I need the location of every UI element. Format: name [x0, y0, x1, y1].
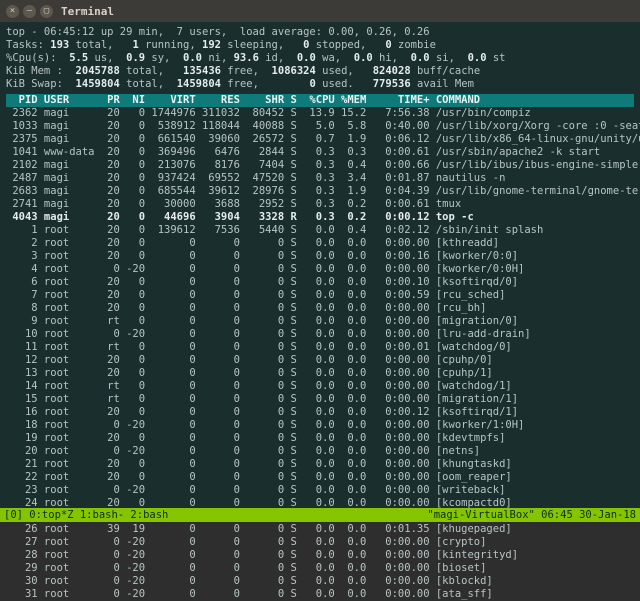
process-row: 21 root 20 0 0 0 0 S 0.0 0.0 0:00.00 [kh… [6, 458, 634, 471]
process-row: 2375 magi 20 0 661540 39060 26572 S 0.7 … [6, 133, 634, 146]
maximize-icon[interactable]: ▢ [40, 5, 53, 18]
process-row: 2741 magi 20 0 30000 3688 2952 S 0.3 0.2… [6, 198, 634, 211]
process-row: 18 root 0 -20 0 0 0 S 0.0 0.0 0:00.00 [k… [6, 419, 634, 432]
process-row: 7 root 20 0 0 0 0 S 0.0 0.0 0:00.59 [rcu… [6, 289, 634, 302]
window-title: Terminal [61, 5, 114, 18]
terminal-area[interactable]: top - 06:45:12 up 29 min, 7 users, load … [0, 22, 640, 522]
process-row: 1041 www-data 20 0 369496 6476 2844 S 0.… [6, 146, 634, 159]
process-row: 29 root 0 -20 0 0 0 S 0.0 0.0 0:00.00 [b… [6, 562, 634, 575]
window-controls: × – ▢ [6, 5, 53, 18]
process-row: 2683 magi 20 0 685544 39612 28976 S 0.3 … [6, 185, 634, 198]
process-row: 4043 magi 20 0 44696 3904 3328 R 0.3 0.2… [6, 211, 634, 224]
process-row: 6 root 20 0 0 0 0 S 0.0 0.0 0:00.10 [kso… [6, 276, 634, 289]
process-row: 30 root 0 -20 0 0 0 S 0.0 0.0 0:00.00 [k… [6, 575, 634, 588]
tmux-statusbar: [0] 0:top*Z 1:bash- 2:bash "magi-Virtual… [0, 508, 640, 522]
process-row: 27 root 0 -20 0 0 0 S 0.0 0.0 0:00.00 [c… [6, 536, 634, 549]
statusbar-right: "magi-VirtualBox" 06:45 30-Jan-18 [427, 508, 636, 522]
window-titlebar: × – ▢ Terminal [0, 0, 640, 22]
statusbar-left: [0] 0:top*Z 1:bash- 2:bash [4, 508, 168, 522]
process-row: 13 root 20 0 0 0 0 S 0.0 0.0 0:00.00 [cp… [6, 367, 634, 380]
process-row: 8 root 20 0 0 0 0 S 0.0 0.0 0:00.00 [rcu… [6, 302, 634, 315]
process-row: 28 root 0 -20 0 0 0 S 0.0 0.0 0:00.00 [k… [6, 549, 634, 562]
process-row: 19 root 20 0 0 0 0 S 0.0 0.0 0:00.00 [kd… [6, 432, 634, 445]
close-icon[interactable]: × [6, 5, 19, 18]
process-row: 26 root 39 19 0 0 0 S 0.0 0.0 0:01.35 [k… [6, 523, 634, 536]
process-row: 2487 magi 20 0 937424 69552 47520 S 0.3 … [6, 172, 634, 185]
process-row: 12 root 20 0 0 0 0 S 0.0 0.0 0:00.00 [cp… [6, 354, 634, 367]
process-row: 9 root rt 0 0 0 0 S 0.0 0.0 0:00.00 [mig… [6, 315, 634, 328]
process-row: 20 root 0 -20 0 0 0 S 0.0 0.0 0:00.00 [n… [6, 445, 634, 458]
process-list: 2362 magi 20 0 1744976 311032 80452 S 13… [6, 107, 634, 601]
process-row: 15 root rt 0 0 0 0 S 0.0 0.0 0:00.00 [mi… [6, 393, 634, 406]
process-row: 16 root 20 0 0 0 0 S 0.0 0.0 0:00.12 [ks… [6, 406, 634, 419]
process-row: 4 root 0 -20 0 0 0 S 0.0 0.0 0:00.00 [kw… [6, 263, 634, 276]
process-row: 1033 magi 20 0 538912 118044 40088 S 5.0… [6, 120, 634, 133]
process-row: 2362 magi 20 0 1744976 311032 80452 S 13… [6, 107, 634, 120]
process-row: 3 root 20 0 0 0 0 S 0.0 0.0 0:00.16 [kwo… [6, 250, 634, 263]
process-row: 23 root 0 -20 0 0 0 S 0.0 0.0 0:00.00 [w… [6, 484, 634, 497]
process-row: 11 root rt 0 0 0 0 S 0.0 0.0 0:00.01 [wa… [6, 341, 634, 354]
process-row: 2102 magi 20 0 213076 8176 7404 S 0.3 0.… [6, 159, 634, 172]
process-row: 10 root 0 -20 0 0 0 S 0.0 0.0 0:00.00 [l… [6, 328, 634, 341]
process-row: 22 root 20 0 0 0 0 S 0.0 0.0 0:00.00 [oo… [6, 471, 634, 484]
top-summary: top - 06:45:12 up 29 min, 7 users, load … [6, 26, 634, 91]
process-row: 14 root rt 0 0 0 0 S 0.0 0.0 0:00.00 [wa… [6, 380, 634, 393]
process-header: PID USER PR NI VIRT RES SHR S %CPU %MEM … [6, 94, 634, 107]
process-row: 1 root 20 0 139612 7536 5440 S 0.0 0.4 0… [6, 224, 634, 237]
process-row: 2 root 20 0 0 0 0 S 0.0 0.0 0:00.00 [kth… [6, 237, 634, 250]
minimize-icon[interactable]: – [23, 5, 36, 18]
process-row: 31 root 0 -20 0 0 0 S 0.0 0.0 0:00.00 [a… [6, 588, 634, 601]
